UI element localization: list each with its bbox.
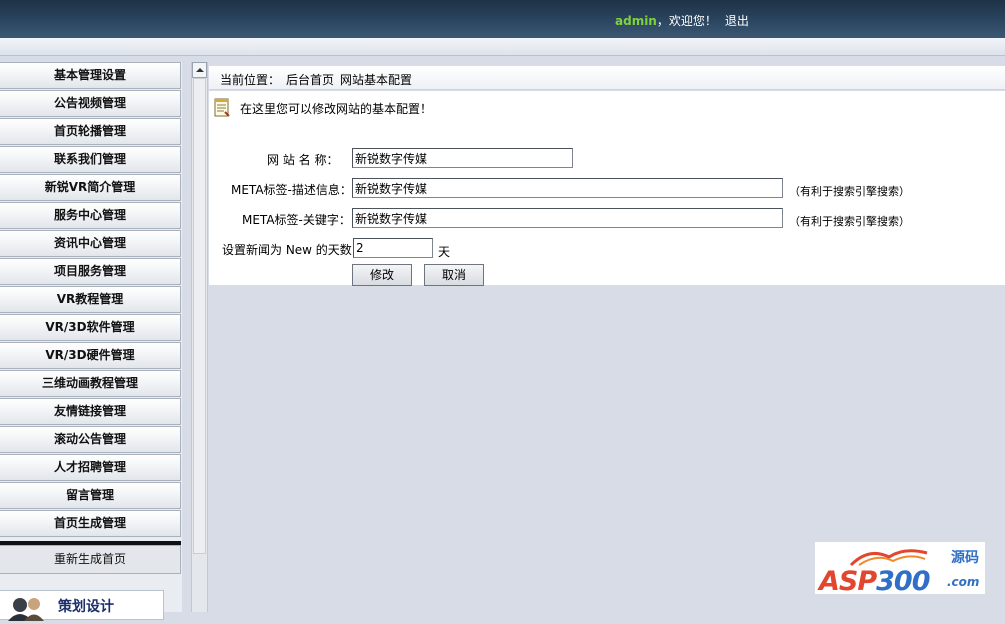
brand-num: 300 xyxy=(876,566,930,597)
people-icon xyxy=(6,595,50,621)
news-days-input[interactable] xyxy=(353,238,433,258)
flame-icon xyxy=(849,549,928,567)
sidebar-item-contact-us[interactable]: 联系我们管理 xyxy=(0,146,181,173)
breadcrumb: 当前位置： 后台首页 网站基本配置 xyxy=(209,66,1005,90)
planning-panel-header[interactable]: 策划设计 xyxy=(0,590,164,621)
settings-panel: 在这里您可以修改网站的基本配置！ 网 站 名 称： META标签-描述信息： （… xyxy=(209,91,1005,286)
sidebar-item-vr-intro[interactable]: 新锐VR简介管理 xyxy=(0,174,181,201)
brand-cn: 源码 xyxy=(951,550,979,566)
sidebar: 基本管理设置 公告视频管理 首页轮播管理 联系我们管理 新锐VR简介管理 服务中… xyxy=(0,62,182,621)
sidebar-item-3d-animation[interactable]: 三维动画教程管理 xyxy=(0,370,181,397)
logout-link[interactable]: 退出 xyxy=(725,14,749,28)
breadcrumb-prefix: 当前位置： xyxy=(220,73,281,87)
meta-desc-input[interactable] xyxy=(352,178,783,198)
username: admin xyxy=(615,14,657,28)
news-days-label: 设置新闻为 New 的天数 xyxy=(222,243,352,257)
brand-mark: ASP300 xyxy=(819,566,931,597)
sidebar-item-announcement-video[interactable]: 公告视频管理 xyxy=(0,90,181,117)
brand-left: ASP xyxy=(819,566,877,597)
sidebar-scrollbar[interactable] xyxy=(191,62,208,612)
sidebar-item-home-carousel[interactable]: 首页轮播管理 xyxy=(0,118,181,145)
brand-domain: .com xyxy=(947,575,980,589)
notepad-icon xyxy=(214,97,230,117)
sidebar-item-service-center[interactable]: 服务中心管理 xyxy=(0,202,181,229)
sidebar-item-recruitment[interactable]: 人才招聘管理 xyxy=(0,454,181,481)
sidebar-item-vr-tutorial[interactable]: VR教程管理 xyxy=(0,286,181,313)
scroll-up-icon[interactable] xyxy=(192,62,207,78)
meta-keywords-hint: （有利于搜索引擎搜索） xyxy=(789,215,910,228)
site-name-input[interactable] xyxy=(352,148,573,168)
meta-desc-hint: （有利于搜索引擎搜索） xyxy=(789,185,910,198)
sidebar-item-basic-settings[interactable]: 基本管理设置 xyxy=(0,62,181,89)
top-header: admin，欢迎您！ 退出 xyxy=(0,0,1005,38)
cancel-button[interactable]: 取消 xyxy=(424,264,484,286)
asp300-logo: ASP300 源码 .com xyxy=(815,542,985,597)
sidebar-item-project-service[interactable]: 项目服务管理 xyxy=(0,258,181,285)
notice-text: 在这里您可以修改网站的基本配置！ xyxy=(240,102,433,116)
sidebar-item-vr3d-hardware[interactable]: VR/3D硬件管理 xyxy=(0,342,181,369)
sidebar-item-scroll-notice[interactable]: 滚动公告管理 xyxy=(0,426,181,453)
meta-desc-label: META标签-描述信息： xyxy=(231,183,352,197)
breadcrumb-current: 网站基本配置 xyxy=(340,73,413,87)
sidebar-item-vr3d-software[interactable]: VR/3D软件管理 xyxy=(0,314,181,341)
header-strip xyxy=(0,38,1005,56)
meta-keywords-label: META标签-关键字： xyxy=(242,213,351,227)
welcome-text: ，欢迎您！ xyxy=(656,14,717,28)
sidebar-item-messages[interactable]: 留言管理 xyxy=(0,482,181,509)
sidebar-item-news-center[interactable]: 资讯中心管理 xyxy=(0,230,181,257)
sidebar-item-home-generate[interactable]: 首页生成管理 xyxy=(0,510,181,537)
planning-label: 策划设计 xyxy=(58,599,114,615)
submit-button[interactable]: 修改 xyxy=(352,264,412,286)
sidebar-item-friend-links[interactable]: 友情链接管理 xyxy=(0,398,181,425)
meta-keywords-input[interactable] xyxy=(352,208,783,228)
site-name-label: 网 站 名 称： xyxy=(267,153,339,167)
news-days-unit: 天 xyxy=(438,245,451,259)
user-greeting: admin，欢迎您！ 退出 xyxy=(615,12,749,29)
scroll-thumb[interactable] xyxy=(193,78,206,554)
regenerate-home-button[interactable]: 重新生成首页 xyxy=(0,545,181,574)
breadcrumb-home[interactable]: 后台首页 xyxy=(286,73,334,87)
